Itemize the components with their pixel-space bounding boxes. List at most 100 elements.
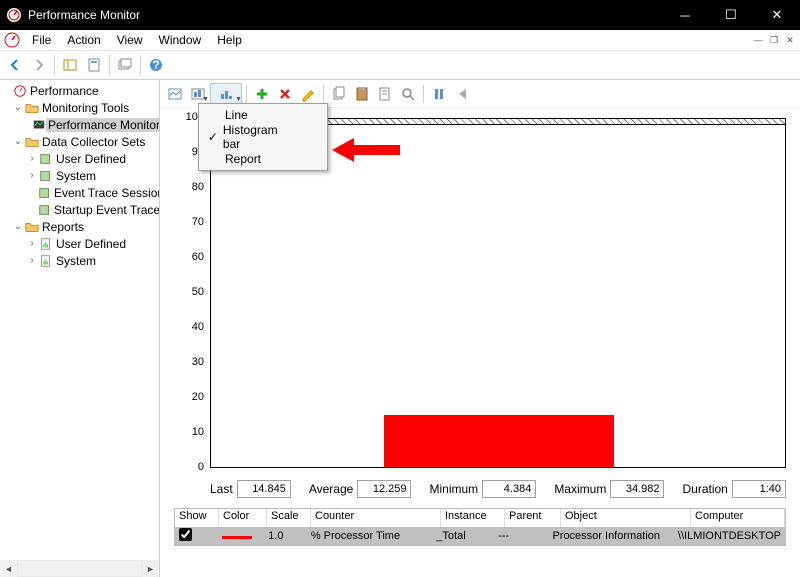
tree-node-performance-monitor[interactable]: Performance Monitor (0, 116, 159, 133)
y-axis-tick: 10 (174, 426, 204, 438)
parent-cell: --- (494, 530, 548, 542)
tree-node-system[interactable]: › System (0, 167, 159, 184)
chart-bar (384, 415, 614, 467)
y-axis-tick: 50 (174, 286, 204, 298)
tree-node-reports-system[interactable]: › System (0, 252, 159, 269)
annotation-arrow (332, 134, 400, 169)
tree-node-startup-event-trace[interactable]: Startup Event Trace Sessions (0, 201, 159, 218)
tree-node-performance[interactable]: Performance (0, 82, 159, 99)
menu-view[interactable]: View (109, 31, 151, 49)
collapse-icon[interactable]: ⌄ (12, 221, 24, 232)
scale-cell: 1.0 (264, 530, 307, 542)
chart-area: Last 14.845 Average 12.259 Minimum 4.384… (160, 108, 800, 577)
maximize-button[interactable]: ☐ (708, 0, 754, 30)
perfmon-node-icon (32, 117, 46, 133)
view-log-button[interactable]: ▼ (187, 83, 209, 105)
collapse-icon[interactable]: ⌄ (12, 136, 24, 147)
show-checkbox-cell[interactable] (175, 528, 218, 544)
tree-node-monitoring-tools[interactable]: ⌄ Monitoring Tools (0, 99, 159, 116)
report-icon (38, 253, 54, 269)
dataset-icon (38, 168, 54, 184)
close-button[interactable]: ✕ (754, 0, 800, 30)
copy-properties-button[interactable] (328, 83, 350, 105)
expand-icon[interactable]: › (26, 170, 38, 181)
help-button[interactable]: ? (145, 54, 167, 76)
perfmon-icon (12, 83, 28, 99)
properties-button[interactable] (83, 54, 105, 76)
y-axis-tick: 0 (174, 461, 204, 473)
toolbar-separator (246, 85, 247, 103)
add-counter-button[interactable] (251, 83, 273, 105)
instance-cell: _Total (432, 530, 494, 542)
duration-label: Duration (682, 482, 727, 496)
col-computer[interactable]: Computer (691, 509, 785, 527)
update-data-button[interactable] (451, 83, 473, 105)
highlight-button[interactable] (297, 83, 319, 105)
tree-node-reports[interactable]: ⌄ Reports (0, 218, 159, 235)
graph-type-dropdown: Line Histogram bar Report (198, 103, 328, 171)
object-cell: Processor Information (548, 530, 673, 542)
results-pane: ▼ ▼ Last 14.845 Average (160, 80, 800, 577)
col-object[interactable]: Object (561, 509, 691, 527)
tree-horizontal-scrollbar[interactable]: ◄ ► (0, 560, 159, 577)
show-checkbox[interactable] (179, 528, 192, 541)
tree-node-reports-user-defined[interactable]: › User Defined (0, 235, 159, 252)
paste-counter-button[interactable] (351, 83, 373, 105)
col-counter[interactable]: Counter (311, 509, 441, 527)
col-color[interactable]: Color (219, 509, 267, 527)
mdi-minimize-button[interactable]: — (750, 33, 766, 47)
color-swatch (222, 536, 252, 539)
delete-counter-button[interactable] (274, 83, 296, 105)
tree-node-data-collector-sets[interactable]: ⌄ Data Collector Sets (0, 133, 159, 150)
forward-button[interactable] (28, 54, 50, 76)
mdi-close-button[interactable]: ✕ (782, 33, 798, 47)
color-swatch-cell (218, 530, 265, 542)
computer-cell: \\ILMIONTDESKTOP (674, 530, 785, 542)
col-scale[interactable]: Scale (267, 509, 311, 527)
dropdown-report[interactable]: Report (199, 148, 327, 170)
expand-icon[interactable]: › (26, 153, 38, 164)
toolbar-separator (423, 85, 424, 103)
maximum-value: 34.982 (610, 480, 664, 498)
menu-window[interactable]: Window (151, 31, 210, 49)
menu-help[interactable]: Help (209, 31, 250, 49)
minimize-button[interactable]: ─ (662, 0, 708, 30)
back-button[interactable] (4, 54, 26, 76)
perfmon-document-icon (4, 32, 20, 48)
menu-file[interactable]: File (24, 31, 59, 49)
collapse-icon[interactable]: ⌄ (12, 102, 24, 113)
freeze-display-button[interactable] (428, 83, 450, 105)
menu-action[interactable]: Action (59, 31, 108, 49)
zoom-button[interactable] (397, 83, 419, 105)
counter-row[interactable]: 1.0 % Processor Time _Total --- Processo… (175, 527, 785, 545)
view-current-button[interactable] (164, 83, 186, 105)
y-axis-tick: 70 (174, 216, 204, 228)
col-show[interactable]: Show (175, 509, 219, 527)
properties-button[interactable] (374, 83, 396, 105)
navigation-tree-pane: Performance ⌄ Monitoring Tools Performan… (0, 80, 160, 577)
tree-node-event-trace[interactable]: Event Trace Sessions (0, 184, 159, 201)
col-parent[interactable]: Parent (505, 509, 561, 527)
window-title: Performance Monitor (28, 8, 662, 22)
tree-node-user-defined[interactable]: › User Defined (0, 150, 159, 167)
scroll-left-button[interactable]: ◄ (0, 560, 17, 577)
y-axis-tick: 30 (174, 356, 204, 368)
dropdown-histogram[interactable]: Histogram bar (199, 126, 327, 148)
mmc-toolbar: ? (0, 50, 800, 80)
show-hide-tree-button[interactable] (59, 54, 81, 76)
change-graph-type-button[interactable]: ▼ (210, 83, 242, 105)
expand-icon[interactable]: › (26, 255, 38, 266)
col-instance[interactable]: Instance (441, 509, 505, 527)
scrollbar-track[interactable] (17, 560, 142, 577)
dataset-icon (38, 202, 52, 218)
expand-icon[interactable]: › (26, 238, 38, 249)
new-window-button[interactable] (114, 54, 136, 76)
statistics-row: Last 14.845 Average 12.259 Minimum 4.384… (210, 478, 786, 500)
mdi-restore-button[interactable]: ❐ (766, 33, 782, 47)
maximum-label: Maximum (554, 482, 606, 496)
scroll-right-button[interactable]: ► (142, 560, 159, 577)
counters-table: Show Color Scale Counter Instance Parent… (174, 508, 786, 546)
dataset-icon (38, 151, 54, 167)
svg-text:?: ? (152, 58, 159, 72)
last-value: 14.845 (237, 480, 291, 498)
